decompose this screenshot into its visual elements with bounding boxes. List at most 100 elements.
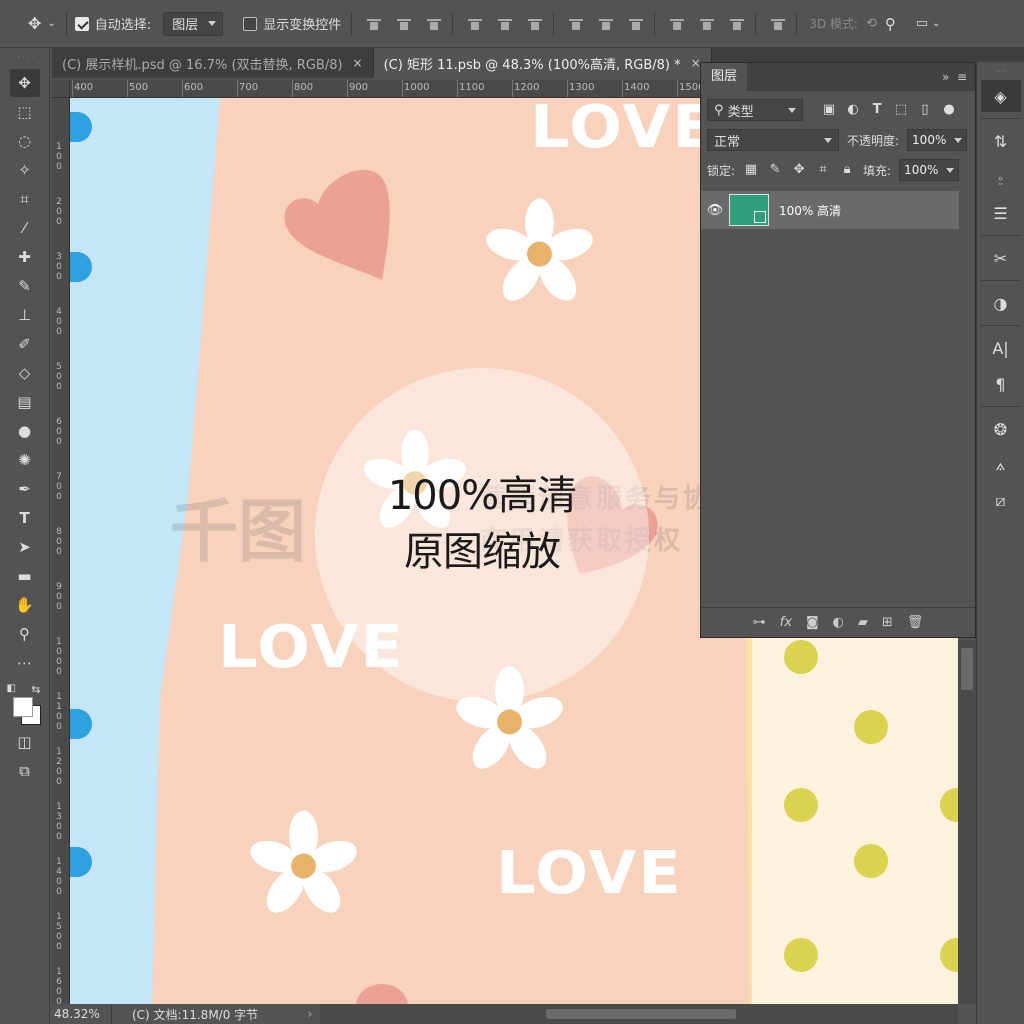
workspace-icon[interactable]: ▭ ⌄ [916, 12, 941, 36]
properties-icon[interactable]: ☰ [981, 197, 1021, 229]
shape-filter-icon[interactable]: ⬚ [893, 102, 909, 118]
quick-mask-icon[interactable]: ◫ [10, 728, 40, 756]
layer-filter-dropdown[interactable]: ⚲ 类型 [707, 99, 803, 121]
adjustment-filter-icon[interactable]: ◐ [845, 102, 861, 118]
close-icon[interactable]: × [353, 56, 363, 70]
layer-row[interactable]: 👁︎ 100% 高清 [701, 191, 959, 229]
color-swatches[interactable]: ◧ ⇆ [5, 683, 45, 727]
move-tool-icon[interactable]: ✥ [9, 69, 40, 97]
tab-rectangle[interactable]: (C) 矩形 11.psb @ 48.3% (100%高清, RGB/8) * × [373, 48, 712, 78]
show-transform-checkbox[interactable]: 显示变换控件 [243, 12, 341, 36]
auto-select-checkbox[interactable]: 自动选择: [74, 12, 151, 36]
fill-field[interactable]: 100% [899, 159, 960, 181]
foreground-color[interactable] [12, 697, 33, 717]
distribute-right-icon[interactable] [729, 16, 745, 32]
panel-menu[interactable]: » ≡ [942, 70, 975, 84]
mask-icon[interactable]: ◙ [806, 615, 819, 630]
align-vcenter-icon[interactable] [396, 16, 412, 32]
swap-colors-icon[interactable]: ⇆ [31, 683, 40, 696]
status-menu-arrow[interactable]: › [300, 1007, 320, 1021]
lock-position-icon[interactable]: ✥ [791, 162, 807, 178]
image-filter-icon[interactable]: ▣ [821, 102, 837, 118]
smart-object-filter-icon[interactable]: ▯ [917, 102, 933, 118]
distribute-vcenter-icon[interactable] [598, 16, 614, 32]
rotate-3d-icon[interactable]: ⟲ [866, 12, 877, 36]
link-icon[interactable]: ⊶ [753, 615, 766, 630]
lock-transparent-icon[interactable]: ▦ [743, 162, 759, 178]
rectangle-tool-icon[interactable]: ▬ [10, 562, 40, 590]
screen-mode-icon[interactable]: ⧉ [10, 757, 40, 785]
vertical-scrollbar[interactable] [958, 640, 976, 1004]
scroll-thumb[interactable] [961, 648, 973, 690]
auto-select-dropdown[interactable]: 图层 [163, 11, 224, 36]
clone-stamp-icon[interactable]: ⊥ [10, 301, 40, 329]
panel-collapse-icon[interactable]: ···· [981, 66, 1021, 76]
distribute-left-icon[interactable] [669, 16, 685, 32]
lock-artboard-icon[interactable]: ⌗ [815, 162, 831, 178]
type-tool-icon[interactable]: T [10, 504, 40, 532]
more-tools-icon[interactable]: ⋯ [10, 649, 40, 677]
layers-tab[interactable]: 图层 [701, 63, 748, 91]
type-filter-icon[interactable]: T [869, 102, 885, 118]
lasso-tool-icon[interactable]: ◌ [10, 127, 40, 155]
magic-wand-icon[interactable]: ✧ [10, 156, 40, 184]
collapse-icon[interactable]: » [942, 70, 949, 84]
zoom-tool-icon[interactable]: ⚲ [10, 620, 40, 648]
styles-icon[interactable]: ❂ [981, 413, 1021, 445]
ruler-corner[interactable] [52, 80, 70, 98]
brush-tool-icon[interactable]: ✎ [10, 272, 40, 300]
healing-brush-icon[interactable]: ✚ [10, 243, 40, 271]
lock-all-icon[interactable]: 🔒︎ [839, 162, 855, 178]
gradient-tool-icon[interactable]: ▤ [10, 388, 40, 416]
ruler-top[interactable]: 400 500 600 700 800 900 1000 1100 1200 1300 1400 15… [70, 80, 700, 98]
adjustments-icon[interactable]: ◑ [981, 287, 1021, 319]
layers-panel-icon[interactable]: ◈ [980, 80, 1021, 112]
blur-tool-icon[interactable]: ● [10, 417, 40, 445]
distribute-bottom-icon[interactable] [628, 16, 644, 32]
fx-icon[interactable]: fx [780, 615, 792, 630]
layer-thumbnail[interactable] [729, 194, 769, 226]
horizontal-scrollbar[interactable] [320, 1004, 958, 1024]
lock-pixels-icon[interactable]: ✎ [767, 162, 783, 178]
hand-tool-icon[interactable]: ✋ [10, 591, 40, 619]
path-anchors-icon[interactable]: ⟑ [981, 449, 1021, 481]
tab-mockup[interactable]: (C) 展示样机.psd @ 16.7% (双击替换, RGB/8) × [52, 48, 374, 78]
align-right-icon[interactable] [527, 16, 543, 32]
align-top-icon[interactable] [366, 16, 382, 32]
group-folder-icon[interactable]: ▰ [858, 615, 868, 630]
align-hcenter-icon[interactable] [497, 16, 513, 32]
ruler-left[interactable]: 100 200 300 400 500 600 700 800 900 1000 1100 1200 1… [52, 98, 70, 1004]
filter-toggle-icon[interactable]: ● [941, 102, 957, 118]
adjustment-layer-icon[interactable]: ◐ [833, 615, 844, 630]
opacity-field[interactable]: 100% [907, 129, 968, 151]
document-info[interactable]: (C) 文档:11.8M/0 字节 [112, 1006, 300, 1023]
character-icon[interactable]: A| [981, 332, 1021, 364]
history-brush-icon[interactable]: ✐ [10, 330, 40, 358]
path-select-icon[interactable]: ➤ [10, 533, 40, 561]
channels-icon[interactable]: ⇅ [981, 125, 1021, 157]
search-icon[interactable]: ⚲ [885, 12, 896, 36]
scroll-thumb[interactable] [546, 1009, 736, 1019]
distribute-top-icon[interactable] [568, 16, 584, 32]
blend-mode-dropdown[interactable]: 正常 [707, 129, 839, 151]
crop-tool-icon[interactable]: ⌗ [10, 185, 40, 213]
eye-icon[interactable]: 👁︎ [701, 203, 729, 218]
align-left-icon[interactable] [467, 16, 483, 32]
menu-icon[interactable]: ≡ [957, 70, 967, 84]
eyedropper-icon[interactable]: ⁄ [10, 214, 40, 242]
align-bottom-icon[interactable] [426, 16, 442, 32]
dodge-tool-icon[interactable]: ✺ [10, 446, 40, 474]
layer-name[interactable]: 100% 高清 [779, 202, 841, 219]
panel-grip[interactable]: ····· [0, 48, 49, 68]
chevron-down-icon[interactable] [946, 167, 955, 173]
move-tool-preset[interactable]: ✥ ⌄ [28, 12, 56, 36]
chevron-down-icon[interactable] [954, 137, 963, 143]
eraser-icon[interactable]: ◇ [10, 359, 40, 387]
paragraph-icon[interactable]: ¶ [981, 368, 1021, 400]
tools-preset-icon[interactable]: ✂ [981, 242, 1021, 274]
marquee-tool-icon[interactable]: ⬚ [10, 98, 40, 126]
distribute-hcenter-icon[interactable] [699, 16, 715, 32]
new-layer-icon[interactable]: ⊞ [882, 615, 893, 630]
trash-icon[interactable]: 🗑︎ [907, 615, 924, 630]
auto-align-icon[interactable] [770, 16, 786, 32]
